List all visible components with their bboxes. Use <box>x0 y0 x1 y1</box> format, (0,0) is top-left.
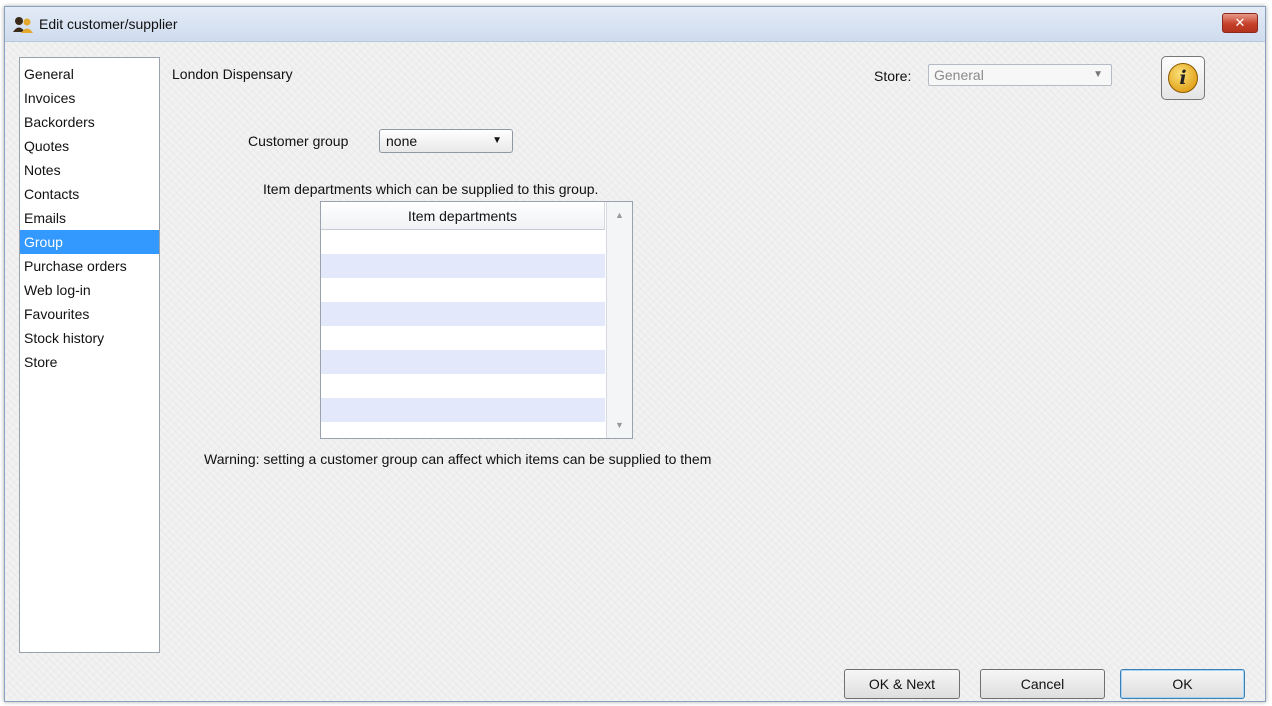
departments-caption: Item departments which can be supplied t… <box>263 181 599 197</box>
table-header-item-departments[interactable]: Item departments <box>321 202 605 230</box>
users-icon <box>13 17 33 33</box>
customer-group-value: none <box>386 133 418 149</box>
ok-next-button[interactable]: OK & Next <box>844 669 960 699</box>
table-body <box>321 230 605 422</box>
customer-name: London Dispensary <box>172 66 293 82</box>
title-bar[interactable]: Edit customer/supplier ✕ <box>5 7 1265 42</box>
scroll-up-icon[interactable]: ▲ <box>607 206 632 224</box>
chevron-down-icon: ▼ <box>492 135 502 146</box>
dialog-body: General Invoices Backorders Quotes Notes… <box>5 42 1265 701</box>
sidebar-item-web-log-in[interactable]: Web log-in <box>20 278 159 302</box>
customer-group-warning: Warning: setting a customer group can af… <box>204 451 712 467</box>
table-row[interactable] <box>321 302 605 326</box>
table-row[interactable] <box>321 230 605 254</box>
info-icon: i <box>1168 63 1198 93</box>
close-icon: ✕ <box>1234 15 1246 30</box>
sidebar-item-stock-history[interactable]: Stock history <box>20 326 159 350</box>
store-label: Store: <box>874 68 912 84</box>
customer-group-select[interactable]: none ▼ <box>379 129 513 153</box>
table-row[interactable] <box>321 398 605 422</box>
store-select[interactable]: General ▼ <box>928 64 1112 86</box>
section-list: General Invoices Backorders Quotes Notes… <box>19 57 160 653</box>
sidebar-item-backorders[interactable]: Backorders <box>20 110 159 134</box>
table-row[interactable] <box>321 254 605 278</box>
table-row[interactable] <box>321 278 605 302</box>
table-row[interactable] <box>321 326 605 350</box>
sidebar-item-emails[interactable]: Emails <box>20 206 159 230</box>
sidebar-item-purchase-orders[interactable]: Purchase orders <box>20 254 159 278</box>
ok-button[interactable]: OK <box>1120 669 1245 699</box>
store-select-value: General <box>934 67 984 83</box>
table-row[interactable] <box>321 350 605 374</box>
window-title: Edit customer/supplier <box>39 16 178 32</box>
sidebar-item-store[interactable]: Store <box>20 350 159 374</box>
sidebar-item-general[interactable]: General <box>20 62 159 86</box>
vertical-scrollbar[interactable]: ▲ ▼ <box>606 202 632 438</box>
sidebar-item-quotes[interactable]: Quotes <box>20 134 159 158</box>
chevron-down-icon: ▼ <box>1093 69 1103 80</box>
sidebar-item-group[interactable]: Group <box>20 230 159 254</box>
cancel-button[interactable]: Cancel <box>980 669 1105 699</box>
customer-group-label: Customer group <box>248 133 349 149</box>
sidebar-item-notes[interactable]: Notes <box>20 158 159 182</box>
sidebar-item-favourites[interactable]: Favourites <box>20 302 159 326</box>
item-departments-table[interactable]: Item departments ▲ ▼ <box>320 201 633 439</box>
sidebar-item-invoices[interactable]: Invoices <box>20 86 159 110</box>
info-button[interactable]: i <box>1161 56 1205 100</box>
scroll-down-icon[interactable]: ▼ <box>607 416 632 434</box>
table-row[interactable] <box>321 374 605 398</box>
close-button[interactable]: ✕ <box>1222 13 1258 33</box>
sidebar-item-contacts[interactable]: Contacts <box>20 182 159 206</box>
dialog-window: Edit customer/supplier ✕ General Invoice… <box>4 6 1266 702</box>
